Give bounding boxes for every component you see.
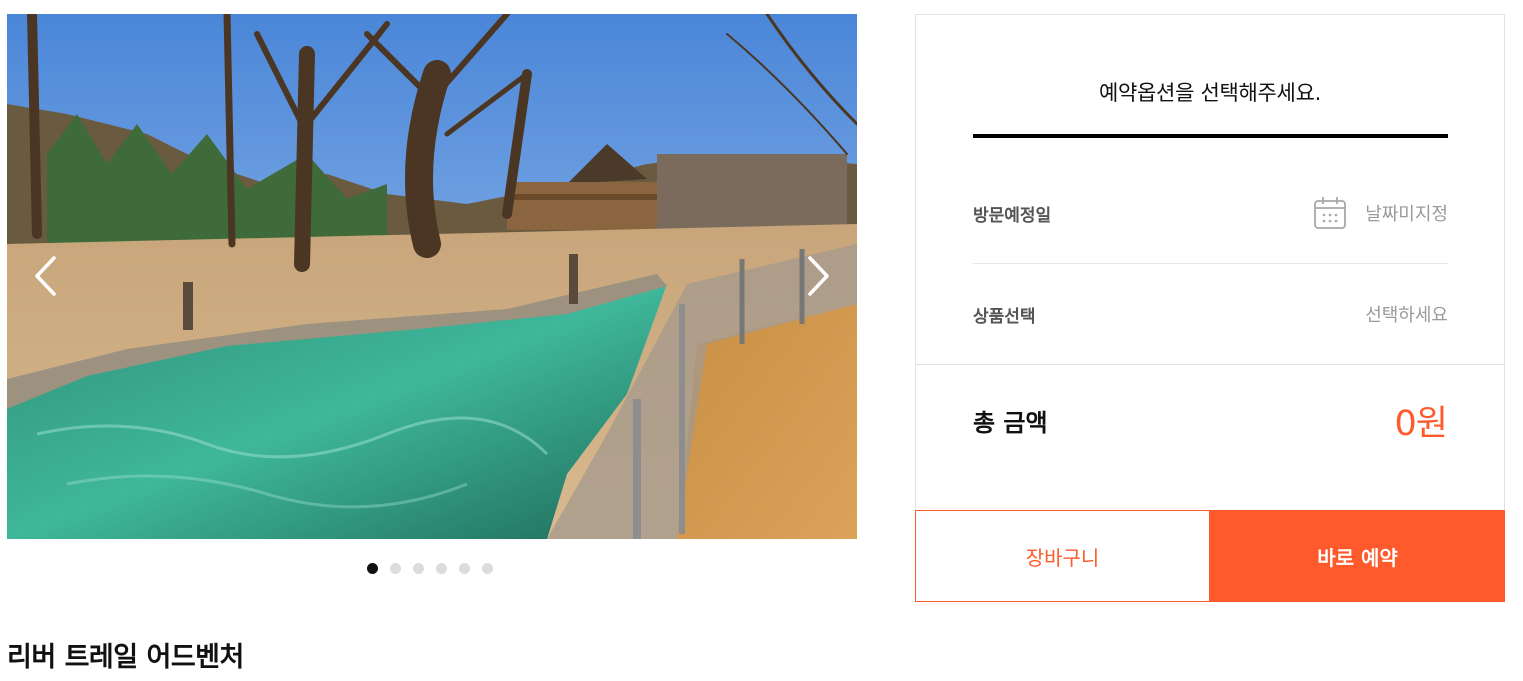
booking-heading: 예약옵션을 선택해주세요. [1099, 81, 1321, 105]
gallery-next-button[interactable] [799, 250, 839, 302]
product-select-label: 상품선택 [973, 306, 1036, 327]
pagination-dot[interactable] [367, 563, 378, 574]
total-price-value: 0원 [1394, 404, 1448, 444]
product-image-gallery[interactable] [7, 14, 857, 539]
pagination-dot[interactable] [390, 563, 401, 574]
gallery-pagination [367, 563, 493, 575]
calendar-icon [1314, 197, 1347, 229]
product-title: 리버 트레일 어드벤처 [7, 642, 244, 673]
product-select-row[interactable]: 상품선택 선택하세요 [973, 264, 1448, 364]
visit-date-value: 날짜미지정 [1365, 204, 1448, 225]
gallery-prev-button[interactable] [25, 250, 65, 302]
pagination-dot[interactable] [459, 563, 470, 574]
pagination-dot[interactable] [436, 563, 447, 574]
pagination-dot[interactable] [413, 563, 424, 574]
visit-date-picker[interactable]: 날짜미지정 [1313, 196, 1448, 230]
heading-divider [973, 134, 1448, 138]
visit-date-label: 방문예정일 [973, 205, 1052, 226]
book-now-button[interactable]: 바로 예약 [1210, 510, 1505, 602]
total-price-label: 총 금액 [973, 409, 1048, 437]
chevron-right-icon [808, 256, 829, 296]
section-divider [916, 364, 1504, 365]
visit-date-row[interactable]: 방문예정일 날짜미지정 [973, 163, 1448, 263]
pagination-dot[interactable] [482, 563, 493, 574]
add-to-cart-button[interactable]: 장바구니 [915, 510, 1210, 602]
gallery-photo [7, 14, 857, 539]
product-select-dropdown[interactable]: 선택하세요 [1365, 301, 1448, 327]
chevron-left-icon [35, 256, 56, 296]
booking-panel: 예약옵션을 선택해주세요. 방문예정일 날짜미지정 상품선택 선택하세요 총 금 [915, 14, 1505, 511]
